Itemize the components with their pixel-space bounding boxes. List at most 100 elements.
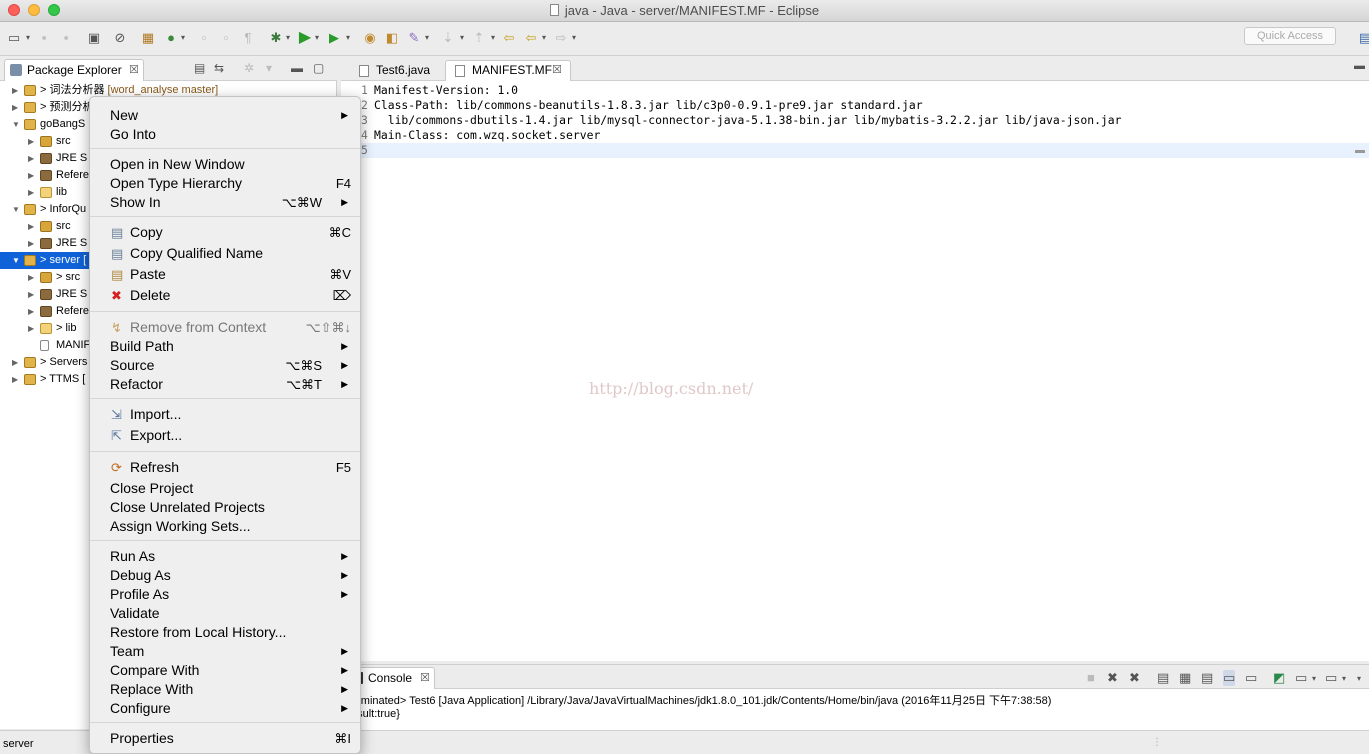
manifest-editor[interactable]: 1 Manifest-Version: 1.0 2 Class-Path: lib/c… — [341, 81, 1369, 661]
run-external-tools-icon[interactable]: ▶ — [326, 30, 342, 46]
menu-item-paste[interactable]: ▤ Paste ⌘V — [90, 265, 360, 284]
tab-test6-java[interactable]: Test6.java — [349, 60, 443, 81]
menu-item-run-as[interactable]: Run As ▶ — [90, 547, 360, 566]
code-line[interactable]: 2 Class-Path: lib/commons-beanutils-1.8.3… — [341, 98, 1369, 113]
code-line[interactable]: 1 Manifest-Version: 1.0 — [341, 83, 1369, 98]
menu-item-team[interactable]: Team ▶ — [90, 642, 360, 661]
collapsed-twisty-icon[interactable]: ▶ — [28, 269, 34, 286]
collapsed-twisty-icon[interactable]: ▶ — [28, 303, 34, 320]
build-icon[interactable]: ▦ — [140, 30, 156, 46]
menu-item-new[interactable]: New ▶ — [90, 106, 360, 125]
open-type-icon[interactable]: ◉ — [362, 30, 378, 46]
close-icon[interactable]: ☒ — [552, 61, 562, 80]
expanded-twisty-icon[interactable]: ▼ — [12, 201, 20, 218]
maximize-icon[interactable]: ▢ — [313, 61, 324, 75]
dropdown-arrow-icon[interactable]: ▾ — [181, 33, 185, 42]
collapsed-twisty-icon[interactable]: ▶ — [28, 150, 34, 167]
dropdown-arrow-icon[interactable]: ▾ — [346, 33, 350, 42]
toggle-icon[interactable]: ▫ — [196, 30, 212, 46]
open-console-icon[interactable]: ▭ — [1325, 670, 1337, 686]
remove-all-terminated-icon[interactable]: ✖ — [1129, 670, 1140, 686]
menu-item-validate[interactable]: Validate — [90, 604, 360, 623]
minimize-icon[interactable]: ▬ — [291, 61, 303, 75]
dropdown-arrow-icon[interactable]: ▾ — [286, 33, 290, 42]
toggle-icon[interactable]: ▫ — [218, 30, 234, 46]
previous-annotation-icon[interactable]: ⇡ — [471, 30, 487, 46]
scroll-lock-icon[interactable]: ▦ — [1179, 670, 1191, 686]
menu-item-import[interactable]: ⇲ Import... — [90, 405, 360, 424]
dropdown-arrow-icon[interactable]: ▾ — [1342, 674, 1346, 683]
next-annotation-icon[interactable]: ⇣ — [440, 30, 456, 46]
menu-item-delete[interactable]: ✖ Delete ⌦ — [90, 286, 360, 305]
expanded-twisty-icon[interactable]: ▼ — [12, 116, 20, 133]
menu-item-assign-working-sets[interactable]: Assign Working Sets... — [90, 517, 360, 536]
menu-item-restore-local-history[interactable]: Restore from Local History... — [90, 623, 360, 642]
view-menu-arrow-icon[interactable]: ▾ — [266, 61, 272, 75]
expanded-twisty-icon[interactable]: ▼ — [12, 252, 20, 269]
menu-item-copy-qualified-name[interactable]: ▤ Copy Qualified Name — [90, 244, 360, 263]
editor-minimize-icon[interactable]: ▬ — [1354, 60, 1365, 72]
menu-item-copy[interactable]: ▤ Copy ⌘C — [90, 223, 360, 242]
collapsed-twisty-icon[interactable]: ▶ — [28, 133, 34, 150]
dropdown-arrow-icon[interactable]: ▾ — [542, 33, 546, 42]
terminate-icon[interactable]: ■ — [1087, 670, 1095, 685]
menu-item-close-unrelated-projects[interactable]: Close Unrelated Projects — [90, 498, 360, 517]
menu-item-refresh[interactable]: ⟳ Refresh F5 — [90, 458, 360, 477]
java-perspective-icon[interactable]: ▤ — [1357, 30, 1369, 46]
code-line[interactable]: 3 lib/commons-dbutils-1.4.jar lib/mysql-… — [341, 113, 1369, 128]
collapsed-twisty-icon[interactable]: ▶ — [12, 82, 18, 99]
search-icon[interactable]: ✎ — [406, 30, 422, 46]
run-icon[interactable]: ▶ — [297, 30, 313, 46]
word-wrap-icon[interactable]: ▤ — [1201, 670, 1213, 686]
link-with-editor-icon[interactable]: ⇆ — [214, 61, 224, 75]
tab-manifest-mf[interactable]: MANIFEST.MF ☒ — [445, 60, 571, 81]
dropdown-arrow-icon[interactable]: ▾ — [572, 33, 576, 42]
collapsed-twisty-icon[interactable]: ▶ — [28, 286, 34, 303]
menu-item-export[interactable]: ⇱ Export... — [90, 426, 360, 445]
close-icon[interactable]: ☒ — [420, 668, 430, 688]
view-menu-icon[interactable]: ✲ — [244, 61, 254, 75]
display-console-icon[interactable]: ▭ — [1295, 670, 1307, 686]
new-java-class-icon[interactable]: ● — [163, 30, 179, 46]
collapsed-twisty-icon[interactable]: ▶ — [28, 218, 34, 235]
collapsed-twisty-icon[interactable]: ▶ — [12, 371, 18, 388]
menu-item-open-type-hierarchy[interactable]: Open Type Hierarchy F4 — [90, 174, 360, 193]
menu-item-replace-with[interactable]: Replace With ▶ — [90, 680, 360, 699]
clear-console-icon[interactable]: ▤ — [1157, 670, 1169, 686]
menu-item-source[interactable]: Source ⌥⌘S ▶ — [90, 356, 360, 375]
pin-console-icon[interactable]: ◩ — [1273, 670, 1285, 686]
menu-item-configure[interactable]: Configure ▶ — [90, 699, 360, 718]
view-menu-icon[interactable]: ▾ — [1357, 674, 1361, 683]
collapsed-twisty-icon[interactable]: ▶ — [12, 354, 18, 371]
menu-item-go-into[interactable]: Go Into — [90, 125, 360, 144]
remove-launch-icon[interactable]: ✖ — [1107, 670, 1118, 686]
menu-item-compare-with[interactable]: Compare With ▶ — [90, 661, 360, 680]
dropdown-arrow-icon[interactable]: ▾ — [491, 33, 495, 42]
console-view-icon[interactable]: ▣ — [86, 30, 102, 46]
tab-package-explorer[interactable]: Package Explorer ☒ — [4, 59, 144, 81]
dropdown-arrow-icon[interactable]: ▾ — [26, 33, 30, 42]
new-wizard-icon[interactable]: ▭ — [6, 30, 22, 46]
close-icon[interactable]: ☒ — [129, 60, 139, 80]
menu-item-open-new-window[interactable]: Open in New Window — [90, 155, 360, 174]
save-all-icon[interactable]: ▪ — [58, 30, 74, 46]
debug-icon[interactable]: ✱ — [268, 30, 284, 46]
menu-item-properties[interactable]: Properties ⌘I — [90, 729, 360, 748]
collapsed-twisty-icon[interactable]: ▶ — [28, 320, 34, 337]
code-line[interactable]: 5 — [341, 143, 1369, 158]
skip-breakpoints-icon[interactable]: ⊘ — [112, 30, 128, 46]
dropdown-arrow-icon[interactable]: ▾ — [460, 33, 464, 42]
forward-icon[interactable]: ⇨ — [553, 30, 569, 46]
collapsed-twisty-icon[interactable]: ▶ — [28, 184, 34, 201]
quick-access-input[interactable]: Quick Access — [1244, 27, 1336, 45]
code-line[interactable]: 4 Main-Class: com.wzq.socket.server — [341, 128, 1369, 143]
dropdown-arrow-icon[interactable]: ▾ — [315, 33, 319, 42]
show-on-error-icon[interactable]: ▭ — [1245, 670, 1257, 686]
collapsed-twisty-icon[interactable]: ▶ — [28, 235, 34, 252]
show-on-output-icon[interactable]: ▭ — [1223, 670, 1236, 686]
menu-item-close-project[interactable]: Close Project — [90, 479, 360, 498]
collapsed-twisty-icon[interactable]: ▶ — [12, 99, 18, 116]
scroll-indicator-icon[interactable]: ▬ — [1355, 145, 1365, 156]
collapsed-twisty-icon[interactable]: ▶ — [28, 167, 34, 184]
dropdown-arrow-icon[interactable]: ▾ — [425, 33, 429, 42]
